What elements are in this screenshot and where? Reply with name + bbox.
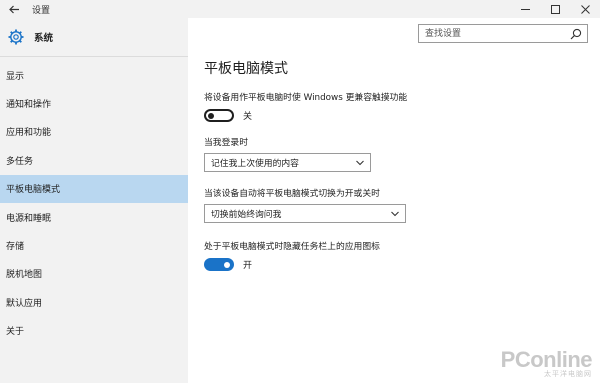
touch-toggle[interactable] <box>204 109 234 122</box>
signin-dropdown-value: 记住我上次使用的内容 <box>211 159 299 169</box>
close-icon <box>580 4 590 14</box>
hide-icons-label: 处于平板电脑模式时隐藏任务栏上的应用图标 <box>204 242 380 252</box>
signin-label: 当我登录时 <box>204 138 248 148</box>
sidebar-item-label: 脱机地图 <box>6 270 43 281</box>
search-input[interactable] <box>419 25 565 42</box>
chevron-down-icon <box>391 211 399 217</box>
sidebar-nav: 显示 通知和操作 应用和功能 多任务 平板电脑模式 电源和睡眠 存储 脱机地图 … <box>0 61 188 345</box>
toggle-knob <box>208 112 214 119</box>
chevron-down-icon <box>356 160 364 166</box>
sidebar-item-offline-maps[interactable]: 脱机地图 <box>0 260 188 288</box>
window-controls <box>510 0 600 18</box>
hide-icons-toggle-state: 开 <box>243 261 253 271</box>
sidebar-title: 系统 <box>34 33 54 44</box>
search-box[interactable] <box>418 24 588 43</box>
sidebar-item-multitasking[interactable]: 多任务 <box>0 146 188 174</box>
sidebar-header[interactable]: 系统 <box>0 24 188 50</box>
sidebar-divider <box>0 56 188 57</box>
sidebar-item-label: 电源和睡眠 <box>6 213 52 224</box>
sidebar-item-label: 显示 <box>6 71 25 82</box>
page-title: 平板电脑模式 <box>204 61 288 77</box>
hide-icons-toggle[interactable] <box>204 258 234 271</box>
close-button[interactable] <box>570 0 600 18</box>
sidebar-item-about[interactable]: 关于 <box>0 317 188 345</box>
sidebar-item-notifications[interactable]: 通知和操作 <box>0 89 188 117</box>
sidebar-item-label: 通知和操作 <box>6 100 52 111</box>
main-content: 平板电脑模式 将设备用作平板电脑时使 Windows 更兼容触摸功能 关 当我登… <box>204 58 584 271</box>
settings-window: 设置 系统 显示 通知和操作 应用和功能 多任务 平板电脑模式 电源和睡眠 存储… <box>0 0 600 383</box>
sidebar-item-display[interactable]: 显示 <box>0 61 188 89</box>
sidebar-item-label: 平板电脑模式 <box>6 185 61 196</box>
toggle-knob <box>224 261 230 268</box>
touch-toggle-row: 关 <box>204 109 584 122</box>
sidebar-item-default-apps[interactable]: 默认应用 <box>0 288 188 316</box>
autoswitch-dropdown-value: 切换前始终询问我 <box>211 210 282 220</box>
minimize-icon <box>520 8 530 10</box>
sidebar-item-apps[interactable]: 应用和功能 <box>0 118 188 146</box>
window-title: 设置 <box>32 5 51 16</box>
search-icon[interactable] <box>570 28 582 40</box>
back-button[interactable] <box>0 0 28 18</box>
sidebar-item-label: 存储 <box>6 242 25 253</box>
autoswitch-dropdown[interactable]: 切换前始终询问我 <box>204 204 406 223</box>
sidebar-item-storage[interactable]: 存储 <box>0 231 188 259</box>
maximize-button[interactable] <box>540 0 570 18</box>
touch-toggle-state: 关 <box>243 112 253 122</box>
maximize-icon <box>550 4 560 14</box>
title-bar: 设置 <box>0 0 600 18</box>
sidebar-item-power-sleep[interactable]: 电源和睡眠 <box>0 203 188 231</box>
hide-icons-toggle-row: 开 <box>204 258 584 271</box>
arrow-left-icon <box>8 5 19 13</box>
autoswitch-label: 当该设备自动将平板电脑模式切换为开或关时 <box>204 189 380 199</box>
sidebar-item-label: 应用和功能 <box>6 128 52 139</box>
touch-setting-label: 将设备用作平板电脑时使 Windows 更兼容触摸功能 <box>204 93 408 103</box>
sidebar-item-label: 关于 <box>6 327 25 338</box>
sidebar-item-label: 默认应用 <box>6 298 43 309</box>
gear-icon <box>6 27 26 47</box>
sidebar: 系统 显示 通知和操作 应用和功能 多任务 平板电脑模式 电源和睡眠 存储 脱机… <box>0 18 188 383</box>
watermark: PConline 太平洋电脑网 <box>501 347 593 379</box>
sidebar-item-label: 多任务 <box>6 156 34 167</box>
sidebar-item-tablet-mode[interactable]: 平板电脑模式 <box>0 174 188 203</box>
signin-dropdown[interactable]: 记住我上次使用的内容 <box>204 153 371 172</box>
minimize-button[interactable] <box>510 0 540 18</box>
